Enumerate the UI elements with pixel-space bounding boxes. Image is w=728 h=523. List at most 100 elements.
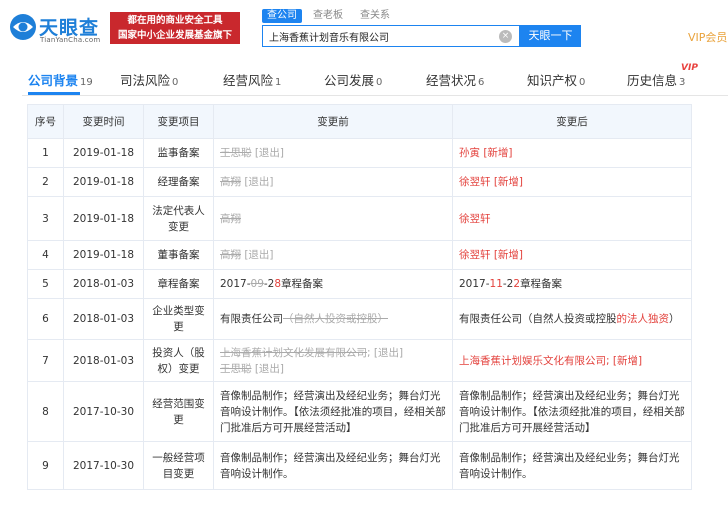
table-row: 6 2018-01-03 企业类型变更 有限责任公司（自然人投资或控股） 有限责任公司（… bbox=[27, 298, 692, 340]
before-segment: [退出] bbox=[241, 176, 274, 188]
clear-icon[interactable]: × bbox=[499, 30, 512, 43]
nav-label: 经营风险 bbox=[223, 73, 274, 88]
cell-no: 4 bbox=[27, 240, 64, 270]
cell-before: 音像制品制作；经营演出及经纪业务；舞台灯光音响设计制作。【依法须经批准的项目，经… bbox=[213, 381, 453, 442]
banner-line-1: 都在用的商业安全工具 bbox=[127, 15, 223, 26]
search-button[interactable]: 天眼一下 bbox=[520, 25, 581, 47]
before-segment: [退出] bbox=[251, 147, 285, 159]
after-segment: [新增] bbox=[480, 147, 513, 159]
cell-no: 9 bbox=[27, 441, 64, 490]
cell-before: 2017-09-28章程备案 bbox=[213, 269, 453, 299]
cell-before: 有限责任公司（自然人投资或控股） bbox=[213, 298, 453, 340]
table-row: 3 2019-01-18 法定代表人变更 高翔 徐翌轩 bbox=[27, 196, 692, 241]
cell-before: 高翔 [退出] bbox=[213, 240, 453, 270]
nav-company-background[interactable]: 公司背景 19 bbox=[28, 70, 93, 89]
after-segment: 徐翌轩 bbox=[459, 176, 491, 188]
tab-company[interactable]: 查公司 bbox=[262, 9, 302, 23]
cell-before: 高翔 [退出] bbox=[213, 167, 453, 197]
section-nav: 公司背景 19 司法风险 0 经营风险 1 公司发展 0 经营状况 6 知识产权 0 历史信… bbox=[22, 62, 728, 96]
cell-item: 经营范围变更 bbox=[143, 381, 214, 442]
nav-operating-status[interactable]: 经营状况 6 bbox=[426, 70, 484, 89]
nav-company-development[interactable]: 公司发展 0 bbox=[324, 70, 382, 89]
after-segment: 徐翌轩 bbox=[459, 212, 491, 225]
after-segment: 孙寅 bbox=[459, 147, 480, 159]
nav-count: 6 bbox=[478, 77, 485, 88]
after-segment: 有限责任公司（自然人投资或控股 bbox=[459, 313, 617, 325]
cell-item: 投资人（股权）变更 bbox=[143, 339, 214, 382]
table-header-row: 序号 变更时间 变更项目 变更前 变更后 bbox=[27, 104, 692, 139]
cell-item: 法定代表人变更 bbox=[143, 196, 214, 241]
table-row: 2 2019-01-18 经理备案 高翔 [退出] 徐翌轩 [新增] bbox=[27, 167, 692, 197]
cell-no: 1 bbox=[27, 138, 64, 168]
after-segment: 11 bbox=[489, 278, 503, 290]
cell-date: 2018-01-03 bbox=[63, 339, 144, 382]
nav-history-info[interactable]: 历史信息 3 bbox=[627, 70, 685, 89]
cell-date: 2017-10-30 bbox=[63, 381, 144, 442]
header-date: 变更时间 bbox=[63, 104, 144, 139]
nav-count: 0 bbox=[376, 77, 383, 88]
cell-before: 高翔 bbox=[213, 196, 453, 241]
cell-date: 2018-01-03 bbox=[63, 269, 144, 299]
cell-after: 徐翌轩 bbox=[452, 196, 692, 241]
cell-after: 徐翌轩 [新增] bbox=[452, 240, 692, 270]
banner-line-2: 国家中小企业发展基金旗下 bbox=[117, 30, 232, 41]
header-before: 变更前 bbox=[213, 104, 453, 139]
vip-member-link[interactable]: VIP会员 bbox=[688, 29, 727, 45]
before-segment: （自然人投资或控股） bbox=[283, 313, 388, 325]
before-segment: -2 bbox=[263, 278, 275, 290]
cell-date: 2019-01-18 bbox=[63, 138, 144, 168]
after-segment: 音像制品制作；经营演出及经纪业务；舞台灯光音响设计制作。【依法须经批准的项目，经… bbox=[459, 389, 685, 434]
top-header: 天眼查 TianYanCha.com 都在用的商业安全工具 国家中小企业发展基金… bbox=[0, 0, 728, 58]
header-item: 变更项目 bbox=[143, 104, 214, 139]
table-row: 1 2019-01-18 监事备案 王思聪 [退出] 孙寅 [新增] bbox=[27, 138, 692, 168]
table-row: 7 2018-01-03 投资人（股权）变更 上海香蕉计划文化发展有限公司; [退出]… bbox=[27, 339, 692, 382]
cell-after: 徐翌轩 [新增] bbox=[452, 167, 692, 197]
cell-no: 2 bbox=[27, 167, 64, 197]
after-segment: -2 bbox=[502, 278, 514, 290]
table-row: 4 2019-01-18 董事备案 高翔 [退出] 徐翌轩 [新增] bbox=[27, 240, 692, 270]
cell-after: 2017-11-22章程备案 bbox=[452, 269, 692, 299]
nav-count: 0 bbox=[172, 77, 179, 88]
before-segment: 高翔 bbox=[220, 212, 241, 225]
nav-intellectual-property[interactable]: 知识产权 0 bbox=[527, 70, 585, 89]
before-segment: [退出] bbox=[251, 362, 285, 375]
cell-no: 7 bbox=[27, 339, 64, 382]
cell-after: 音像制品制作；经营演出及经纪业务；舞台灯光音响设计制作。【依法须经批准的项目，经… bbox=[452, 381, 692, 442]
before-segment: 王思聪 bbox=[220, 362, 252, 375]
before-segment: 音像制品制作；经营演出及经纪业务；舞台灯光音响设计制作。【依法须经批准的项目，经… bbox=[220, 389, 446, 434]
nav-label: 司法风险 bbox=[120, 73, 171, 88]
eye-logo-icon bbox=[10, 14, 36, 40]
cell-no: 5 bbox=[27, 269, 64, 299]
nav-label: 公司背景 bbox=[28, 73, 79, 88]
logo-subtitle: TianYanCha.com bbox=[40, 36, 101, 44]
cell-item: 董事备案 bbox=[143, 240, 214, 270]
cell-after: 有限责任公司（自然人投资或控股的法人独资） bbox=[452, 298, 692, 340]
cell-date: 2018-01-03 bbox=[63, 298, 144, 340]
table-row: 5 2018-01-03 章程备案 2017-09-28章程备案 2017-11-22章… bbox=[27, 269, 692, 299]
after-segment: ） bbox=[669, 313, 680, 325]
active-tab-underline bbox=[28, 92, 80, 95]
search-input[interactable] bbox=[269, 29, 491, 44]
cell-date: 2019-01-18 bbox=[63, 196, 144, 241]
before-segment: 有限责任公司 bbox=[220, 313, 283, 325]
nav-label: 历史信息 bbox=[627, 73, 678, 88]
cell-after: 孙寅 [新增] bbox=[452, 138, 692, 168]
before-segment: ; [退出] bbox=[367, 346, 404, 359]
change-record-table: 序号 变更时间 变更项目 变更前 变更后 1 2019-01-18 监事备案 王思聪 … bbox=[27, 104, 692, 490]
nav-label: 经营状况 bbox=[426, 73, 477, 88]
nav-judicial-risk[interactable]: 司法风险 0 bbox=[120, 70, 178, 89]
header-after: 变更后 bbox=[452, 104, 692, 139]
cell-item: 章程备案 bbox=[143, 269, 214, 299]
table-row: 8 2017-10-30 经营范围变更 音像制品制作；经营演出及经纪业务；舞台灯光音响… bbox=[27, 381, 692, 442]
nav-count: 19 bbox=[80, 77, 93, 88]
vip-tag: VIP bbox=[681, 63, 698, 73]
cell-before: 上海香蕉计划文化发展有限公司; [退出] 王思聪 [退出] bbox=[213, 339, 453, 382]
cell-date: 2019-01-18 bbox=[63, 167, 144, 197]
site-logo[interactable]: 天眼查 TianYanCha.com bbox=[8, 12, 106, 46]
before-segment: 2017- bbox=[220, 278, 251, 290]
nav-operating-risk[interactable]: 经营风险 1 bbox=[223, 70, 281, 89]
table-row: 9 2017-10-30 一般经营项目变更 音像制品制作；经营演出及经纪业务；舞台灯光… bbox=[27, 441, 692, 490]
tab-relation[interactable]: 查关系 bbox=[360, 9, 390, 23]
promo-banner: 都在用的商业安全工具 国家中小企业发展基金旗下 bbox=[110, 12, 240, 44]
tab-boss[interactable]: 查老板 bbox=[313, 9, 343, 23]
